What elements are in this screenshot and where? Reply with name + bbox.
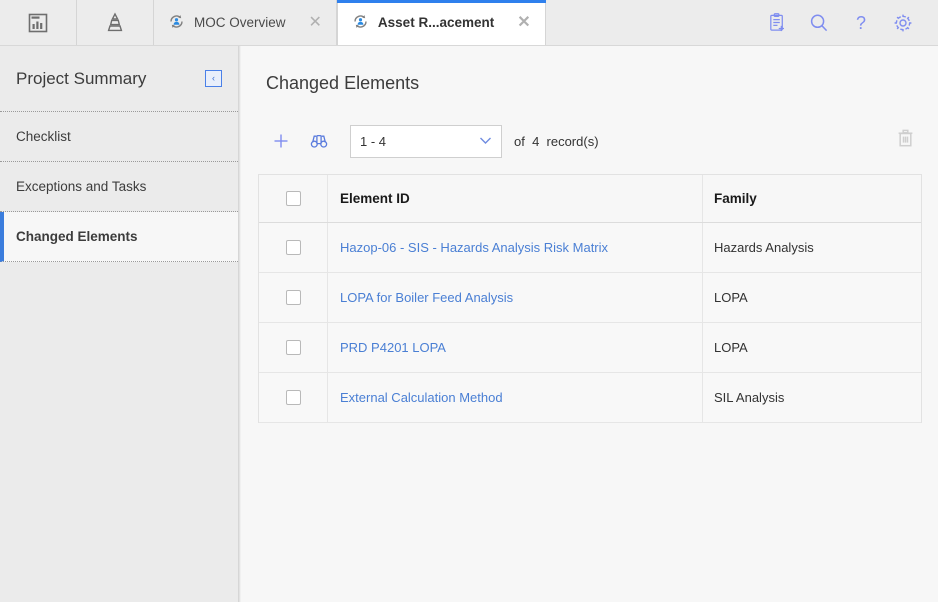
tab-moc-overview[interactable]: MOC Overview ✕ (154, 0, 337, 45)
chevron-left-icon: ‹ (212, 73, 215, 83)
hierarchy-pyramid-icon-svg (107, 11, 123, 31)
table-header-row: Element ID Family (259, 175, 921, 223)
chevron-down-icon (479, 134, 492, 148)
changed-elements-table: Element ID Family Hazop-06 - SIS - Hazar… (258, 174, 922, 423)
cell-family: LOPA (714, 340, 748, 355)
help-icon[interactable]: ? (840, 0, 882, 45)
row-select-cell (259, 223, 328, 272)
sidebar-item-checklist[interactable]: Checklist (0, 112, 238, 162)
row-checkbox[interactable] (285, 290, 301, 305)
plus-icon (274, 134, 288, 148)
sidebar-collapse-button[interactable]: ‹ (205, 70, 222, 87)
row-checkbox[interactable] (285, 240, 301, 255)
add-record-button[interactable] (266, 126, 296, 156)
moc-refresh-person-icon (352, 13, 369, 33)
cell-family: SIL Analysis (714, 390, 785, 405)
content-title: Changed Elements (266, 73, 420, 93)
close-icon[interactable]: ✕ (295, 14, 322, 31)
dashboard-icon[interactable] (0, 0, 77, 45)
element-id-link[interactable]: LOPA for Boiler Feed Analysis (340, 290, 513, 305)
table-row[interactable]: Hazop-06 - SIS - Hazards Analysis Risk M… (259, 223, 921, 273)
sidebar-item-changed-elements[interactable]: Changed Elements (0, 212, 238, 262)
cell-element-id: External Calculation Method (328, 373, 703, 422)
row-checkbox[interactable] (285, 390, 301, 405)
tab-asset-replacement[interactable]: Asset R...acement ✕ (336, 0, 546, 45)
element-id-link[interactable]: PRD P4201 LOPA (340, 340, 446, 355)
help-icon-svg: ? (856, 13, 866, 33)
main-content: Changed Elements 1 - 4 of 4 record(s) El… (238, 46, 938, 602)
cell-family: Hazards Analysis (714, 240, 814, 255)
element-id-link[interactable]: External Calculation Method (340, 390, 503, 405)
table-row[interactable]: External Calculation Method SIL Analysis (259, 373, 921, 423)
sidebar-item-label: Checklist (16, 129, 71, 144)
dashboard-icon-svg (28, 13, 48, 32)
record-count-label: of 4 record(s) (514, 133, 599, 149)
grid-toolbar: 1 - 4 of 4 record(s) (266, 122, 918, 160)
column-header-element-id[interactable]: Element ID (328, 175, 703, 222)
tab-label: MOC Overview (194, 15, 286, 30)
sidebar-item-label: Exceptions and Tasks (16, 179, 147, 194)
settings-gear-icon-svg (894, 14, 912, 31)
cell-element-id: LOPA for Boiler Feed Analysis (328, 273, 703, 322)
chevron-down-icon-svg (480, 137, 491, 144)
tab-bar: MOC Overview ✕ Asset R...acement ✕ (154, 0, 546, 45)
delete-button[interactable] (892, 125, 918, 151)
sidebar-item-exceptions-and-tasks[interactable]: Exceptions and Tasks (0, 162, 238, 212)
trash-icon (898, 129, 912, 147)
settings-gear-icon[interactable] (882, 0, 924, 45)
binoculars-icon (310, 134, 328, 148)
select-all-header (259, 175, 328, 222)
topbar-actions: ? (756, 0, 938, 45)
sidebar-header: Project Summary ‹ (0, 46, 238, 112)
select-all-checkbox[interactable] (285, 191, 301, 206)
cell-family: LOPA (714, 290, 748, 305)
svg-text:?: ? (856, 13, 866, 33)
moc-refresh-person-icon-svg (170, 14, 183, 28)
close-icon[interactable]: ✕ (503, 14, 530, 31)
row-checkbox[interactable] (285, 340, 301, 355)
element-id-link[interactable]: Hazop-06 - SIS - Hazards Analysis Risk M… (340, 240, 608, 255)
column-header-family[interactable]: Family (703, 175, 921, 222)
row-select-cell (259, 323, 328, 372)
top-bar: MOC Overview ✕ Asset R...acement ✕ ? (0, 0, 938, 46)
find-button[interactable] (304, 126, 334, 156)
row-select-cell (259, 273, 328, 322)
new-record-icon[interactable] (756, 0, 798, 45)
table-row[interactable]: LOPA for Boiler Feed Analysis LOPA (259, 273, 921, 323)
page-title: Project Summary (16, 68, 147, 88)
cell-element-id: PRD P4201 LOPA (328, 323, 703, 372)
tab-label: Asset R...acement (377, 15, 495, 30)
sidebar-item-label: Changed Elements (16, 229, 138, 244)
record-range-value: 1 - 4 (360, 133, 387, 149)
search-icon[interactable] (798, 0, 840, 45)
sidebar: Project Summary ‹ Checklist Exceptions a… (0, 46, 238, 602)
row-select-cell (259, 373, 328, 422)
moc-refresh-person-icon (168, 13, 185, 33)
moc-refresh-person-icon-svg (354, 14, 367, 28)
record-range-select[interactable]: 1 - 4 (350, 124, 502, 158)
hierarchy-pyramid-icon[interactable] (77, 0, 154, 45)
table-row[interactable]: PRD P4201 LOPA LOPA (259, 323, 921, 373)
search-icon-svg (810, 14, 828, 31)
new-record-icon-svg (769, 13, 784, 32)
cell-element-id: Hazop-06 - SIS - Hazards Analysis Risk M… (328, 223, 703, 272)
